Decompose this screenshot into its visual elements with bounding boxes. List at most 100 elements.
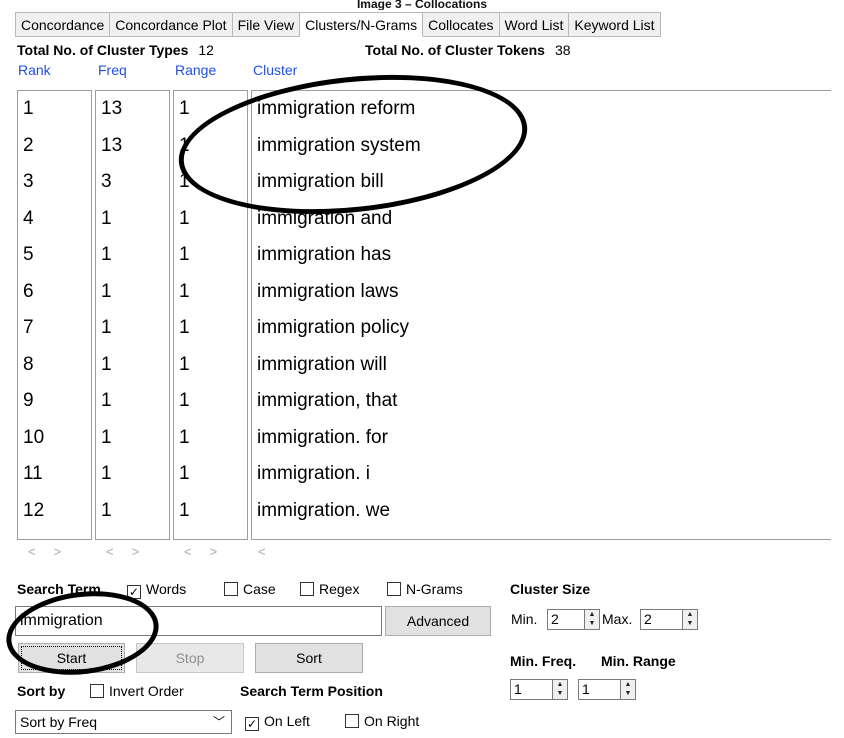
min-range-spinner[interactable]: 1 ▲ ▼ [578,679,636,700]
freq-cell[interactable]: 13 [96,91,169,128]
column-header-rank[interactable]: Rank [18,60,51,80]
rank-cell[interactable]: 11 [18,456,91,493]
scroll-right-arrow-icon[interactable]: > [132,544,140,559]
rank-cell[interactable]: 1 [18,91,91,128]
scroll-left-arrow-icon[interactable]: < [258,544,266,559]
scroll-right-arrow-icon[interactable]: > [54,544,62,559]
range-cell[interactable]: 1 [174,310,247,347]
cluster-cell[interactable]: immigration reform [252,91,831,128]
search-term-input[interactable]: immigration [15,606,382,636]
start-button[interactable]: Start [18,643,125,673]
ngrams-check-box[interactable] [387,582,401,596]
tab-concordance[interactable]: Concordance [15,12,111,37]
freq-cell[interactable]: 1 [96,201,169,238]
range-cell[interactable]: 1 [174,164,247,201]
on-left-check-box[interactable]: ✓ [245,717,259,731]
cluster-min-spinner[interactable]: 2 ▲ ▼ [547,609,600,630]
range-cell[interactable]: 1 [174,128,247,165]
range-cell[interactable]: 1 [174,347,247,384]
cluster-column-list[interactable]: immigration reform immigration system immi… [251,90,831,540]
range-cell[interactable]: 1 [174,91,247,128]
rank-cell[interactable]: 8 [18,347,91,384]
freq-cell[interactable]: 13 [96,128,169,165]
freq-cell[interactable]: 1 [96,383,169,420]
cluster-cell[interactable]: immigration. for [252,420,831,457]
ngrams-checkbox[interactable]: N-Grams [387,579,463,599]
tab-keyword-list[interactable]: Keyword List [569,12,661,37]
sort-button[interactable]: Sort [255,643,363,673]
invert-order-checkbox[interactable]: Invert Order [90,681,184,701]
freq-cell[interactable]: 1 [96,456,169,493]
rank-cell[interactable]: 3 [18,164,91,201]
rank-cell[interactable]: 2 [18,128,91,165]
cluster-cell[interactable]: immigration. we [252,493,831,530]
range-cell[interactable]: 1 [174,201,247,238]
regex-check-box[interactable] [300,582,314,596]
cluster-cell[interactable]: immigration policy [252,310,831,347]
column-header-range[interactable]: Range [175,60,216,80]
scroll-right-arrow-icon[interactable]: > [210,544,218,559]
on-right-check-box[interactable] [345,714,359,728]
rank-cell[interactable]: 4 [18,201,91,238]
on-left-checkbox[interactable]: ✓ On Left [245,711,310,731]
cluster-cell[interactable]: immigration, that [252,383,831,420]
range-cell[interactable]: 1 [174,493,247,530]
tab-file-view[interactable]: File View [232,12,301,37]
cluster-hscroll[interactable]: < [258,542,284,562]
spin-arrows-icon[interactable]: ▲ ▼ [584,610,599,629]
cluster-cell[interactable]: immigration system [252,128,831,165]
tab-concordance-plot[interactable]: Concordance Plot [110,12,233,37]
case-check-box[interactable] [224,582,238,596]
advanced-button[interactable]: Advanced [385,606,491,636]
cluster-cell[interactable]: immigration. i [252,456,831,493]
cluster-max-spinner[interactable]: 2 ▲ ▼ [640,609,698,630]
rank-cell[interactable]: 10 [18,420,91,457]
spin-arrows-icon[interactable]: ▲ ▼ [552,680,567,699]
regex-checkbox[interactable]: Regex [300,579,359,599]
column-header-cluster[interactable]: Cluster [253,60,297,80]
words-check-box[interactable]: ✓ [127,585,141,599]
case-checkbox[interactable]: Case [224,579,276,599]
scroll-left-arrow-icon[interactable]: < [106,544,114,559]
range-cell[interactable]: 1 [174,237,247,274]
cluster-cell[interactable]: immigration and [252,201,831,238]
range-cell[interactable]: 1 [174,420,247,457]
range-hscroll[interactable]: < > [184,542,235,562]
range-cell[interactable]: 1 [174,383,247,420]
scroll-left-arrow-icon[interactable]: < [28,544,36,559]
cluster-cell[interactable]: immigration bill [252,164,831,201]
cluster-cell[interactable]: immigration has [252,237,831,274]
rank-cell[interactable]: 9 [18,383,91,420]
words-checkbox[interactable]: ✓ Words [127,579,186,599]
min-freq-spinner[interactable]: 1 ▲ ▼ [510,679,568,700]
freq-cell[interactable]: 1 [96,310,169,347]
spin-arrows-icon[interactable]: ▲ ▼ [682,610,697,629]
tab-clusters-ngrams[interactable]: Clusters/N-Grams [300,12,424,37]
rank-column-list[interactable]: 1 2 3 4 5 6 7 8 9 10 11 12 [17,90,92,540]
on-right-checkbox[interactable]: On Right [345,711,419,731]
freq-cell[interactable]: 1 [96,237,169,274]
freq-column-list[interactable]: 13 13 3 1 1 1 1 1 1 1 1 1 [95,90,170,540]
cluster-cell[interactable]: immigration will [252,347,831,384]
freq-cell[interactable]: 3 [96,164,169,201]
spin-arrows-icon[interactable]: ▲ ▼ [620,680,635,699]
freq-hscroll[interactable]: < > [106,542,157,562]
sort-by-select[interactable]: Sort by Freq ﹀ [15,710,232,734]
freq-cell[interactable]: 1 [96,274,169,311]
invert-check-box[interactable] [90,684,104,698]
cluster-cell[interactable]: immigration laws [252,274,831,311]
freq-cell[interactable]: 1 [96,493,169,530]
range-cell[interactable]: 1 [174,456,247,493]
freq-cell[interactable]: 1 [96,347,169,384]
rank-cell[interactable]: 12 [18,493,91,530]
range-column-list[interactable]: 111111111111 [173,90,248,540]
freq-cell[interactable]: 1 [96,420,169,457]
rank-cell[interactable]: 5 [18,237,91,274]
rank-cell[interactable]: 7 [18,310,91,347]
scroll-left-arrow-icon[interactable]: < [184,544,192,559]
rank-hscroll[interactable]: < > [28,542,79,562]
rank-cell[interactable]: 6 [18,274,91,311]
tab-word-list[interactable]: Word List [499,12,570,37]
tab-collocates[interactable]: Collocates [423,12,500,37]
range-cell[interactable]: 1 [174,274,247,311]
